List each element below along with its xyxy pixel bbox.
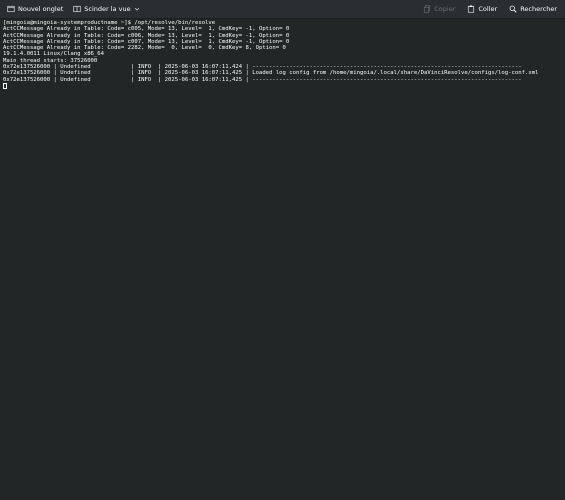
copy-label: Copier (434, 5, 456, 13)
search-icon (509, 5, 517, 13)
copy-icon (424, 5, 431, 13)
paste-label: Coller (478, 5, 498, 13)
prompt-line (3, 82, 562, 89)
split-view-label: Scinder la vue (84, 5, 131, 13)
terminal-output[interactable]: [mingoia@mingoia-systemproductname ~]$ /… (0, 19, 565, 500)
paste-icon (468, 5, 475, 13)
terminal-toolbar: Nouvel onglet Scinder la vue Copier Coll… (0, 0, 565, 19)
new-tab-button[interactable]: Nouvel onglet (3, 2, 67, 17)
terminal-line: 0x72e137526000 | Undefined | INFO | 2025… (3, 70, 539, 77)
new-tab-label: Nouvel onglet (18, 5, 64, 13)
copy-button[interactable]: Copier (419, 2, 459, 17)
text-cursor (3, 82, 7, 89)
toolbar-right-group: Copier Coller Rechercher (419, 2, 565, 17)
split-view-button[interactable]: Scinder la vue (69, 2, 143, 17)
search-label: Rechercher (520, 5, 557, 13)
split-view-icon (73, 5, 81, 13)
new-tab-icon (7, 5, 15, 13)
paste-button[interactable]: Coller (463, 2, 501, 17)
toolbar-left-group: Nouvel onglet Scinder la vue (0, 2, 144, 17)
search-button[interactable]: Rechercher (505, 2, 561, 17)
chevron-down-icon (134, 8, 139, 11)
terminal-line: 0x72e137526000 | Undefined | INFO | 2025… (3, 76, 522, 83)
